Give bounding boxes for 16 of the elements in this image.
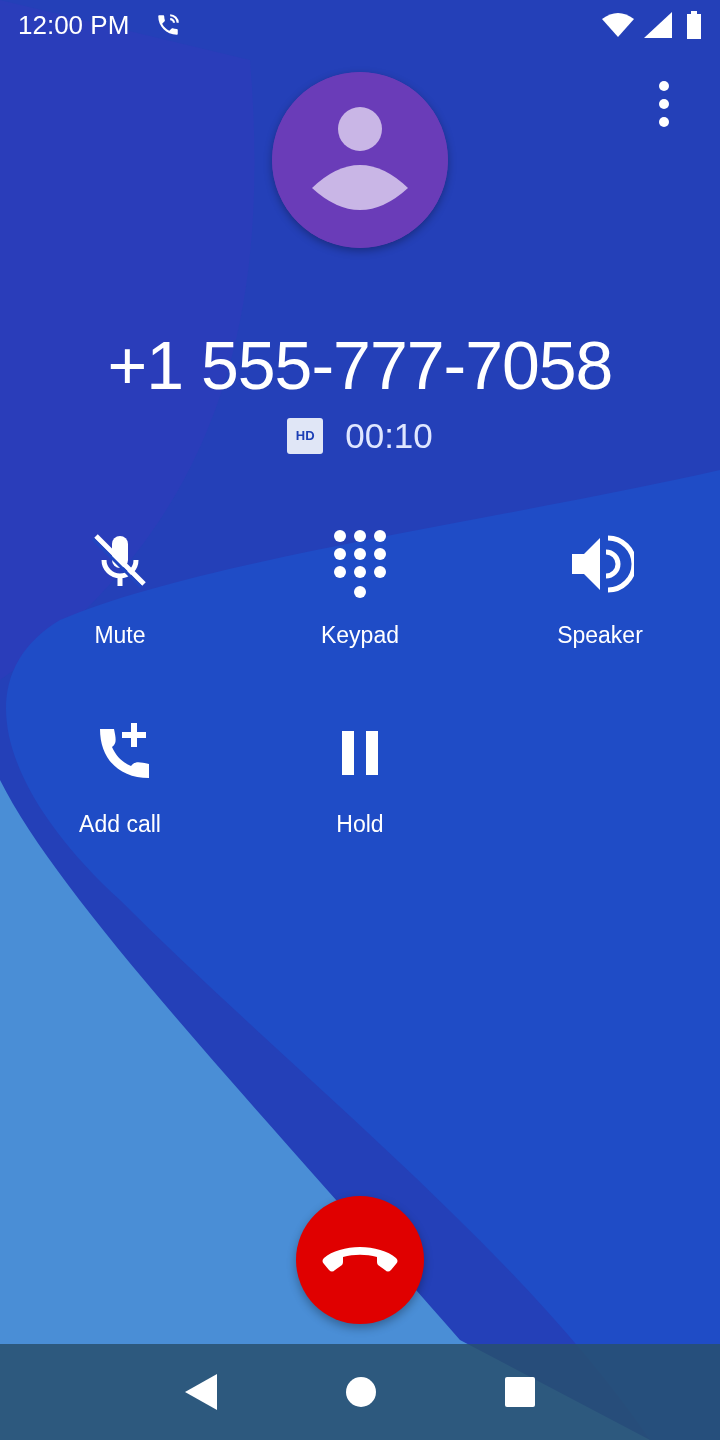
call-action-button[interactable]: Keypad xyxy=(321,530,399,653)
hd-badge: HD xyxy=(287,418,324,454)
status-time: 12:00 PM xyxy=(18,8,130,42)
signal-icon xyxy=(644,12,672,38)
call-action-button[interactable]: Speaker xyxy=(557,530,643,653)
home-button[interactable] xyxy=(346,1377,376,1407)
call-action-button[interactable]: Add call xyxy=(79,718,161,841)
call-action-button[interactable]: Mute xyxy=(86,530,154,653)
call-icon xyxy=(155,12,182,38)
battery-icon xyxy=(686,11,702,39)
phone-number: +1 555-777-7058 xyxy=(106,326,614,405)
call-duration: 00:10 xyxy=(345,414,433,457)
call-action-button[interactable]: Hold xyxy=(326,718,394,841)
recents-button[interactable] xyxy=(505,1377,536,1407)
wifi-icon xyxy=(602,13,634,37)
back-button[interactable] xyxy=(184,1374,217,1410)
